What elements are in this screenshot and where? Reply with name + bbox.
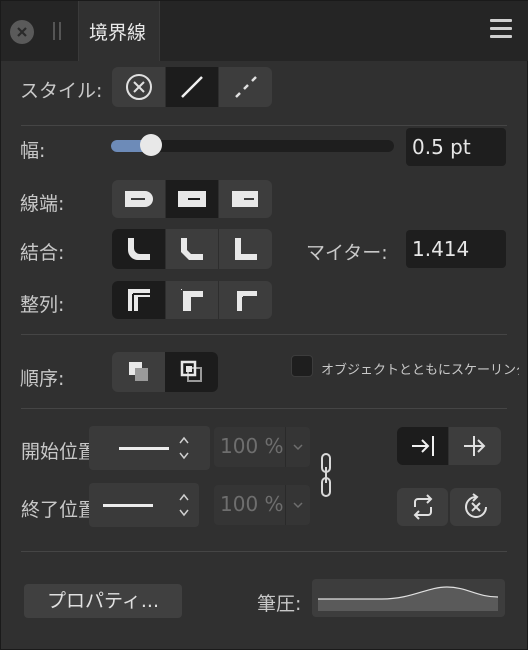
style-label: スタイル: — [20, 80, 103, 102]
reset-icon — [464, 493, 487, 518]
dashed-line-icon — [234, 76, 257, 98]
join-round-button[interactable] — [112, 229, 165, 269]
link-scales-icon[interactable] — [315, 451, 337, 499]
pressure-curve-preview[interactable] — [312, 579, 505, 617]
arrow-end-beyond-button[interactable] — [449, 427, 501, 465]
chevron-down-icon — [293, 502, 303, 509]
divider — [21, 334, 507, 335]
stroke-behind-icon — [128, 362, 148, 381]
drag-handle-icon[interactable] — [53, 22, 61, 40]
cap-butt-button[interactable] — [219, 180, 272, 218]
stepper-icon — [179, 436, 189, 460]
align-label: 整列: — [20, 294, 65, 316]
miter-join-icon — [234, 238, 257, 260]
cap-round-button[interactable] — [112, 180, 165, 218]
reset-arrows-button[interactable] — [450, 488, 501, 526]
align-segmented-control — [112, 281, 272, 319]
divider — [21, 125, 507, 126]
cap-square-button[interactable] — [165, 180, 219, 218]
divider — [21, 408, 507, 409]
align-inside-button[interactable] — [165, 281, 219, 319]
align-center-icon — [127, 289, 150, 311]
align-inside-icon — [181, 289, 203, 311]
width-field[interactable]: 0.5 pt — [406, 128, 506, 166]
join-miter-button[interactable] — [219, 229, 272, 269]
cap-segmented-control — [112, 180, 272, 218]
miter-label: マイター: — [306, 242, 388, 264]
end-scale-value: 100 % — [220, 492, 284, 516]
style-none-button[interactable] — [112, 67, 165, 107]
order-front-button[interactable] — [165, 352, 218, 392]
start-arrowhead-dropdown[interactable] — [89, 426, 210, 470]
panel-menu-icon[interactable] — [490, 19, 512, 39]
end-scale-dropdown[interactable] — [285, 485, 310, 525]
end-arrowhead-dropdown[interactable] — [89, 483, 199, 527]
arrow-end-at-tip-button[interactable] — [397, 427, 448, 465]
close-panel-button[interactable] — [10, 20, 34, 44]
butt-cap-icon — [231, 191, 258, 207]
arrow-beyond-end-icon — [464, 436, 486, 456]
stepper-icon — [179, 493, 189, 517]
pressure-label: 筆圧: — [257, 593, 302, 615]
start-scale-dropdown[interactable] — [285, 427, 310, 467]
start-scale-field[interactable]: 100 % — [214, 427, 310, 467]
miter-field[interactable]: 1.414 — [406, 230, 506, 268]
order-label: 順序: — [20, 368, 65, 390]
swap-arrows-button[interactable] — [397, 488, 448, 526]
scale-with-object-label: オブジェクトとともにスケーリング — [321, 363, 519, 378]
arrow-tip-end-icon — [411, 436, 434, 456]
style-solid-button[interactable] — [165, 67, 219, 107]
divider — [21, 551, 507, 552]
width-slider-knob[interactable] — [139, 134, 162, 156]
join-label: 結合: — [20, 242, 65, 264]
pressure-curve-graph — [318, 586, 499, 611]
order-behind-button[interactable] — [112, 352, 165, 392]
round-cap-icon — [124, 191, 153, 207]
square-cap-icon — [178, 191, 206, 207]
no-stroke-icon — [125, 74, 152, 100]
bevel-join-icon — [181, 238, 203, 260]
end-arrow-label: 終了位置 — [21, 499, 98, 521]
panel-header: 境界線 — [1, 1, 528, 61]
stroke-front-icon — [180, 360, 202, 382]
tab-stroke[interactable]: 境界線 — [78, 1, 160, 61]
order-segmented-control — [112, 352, 218, 392]
chevron-down-icon — [293, 444, 303, 451]
properties-button[interactable]: プロパティ... — [24, 584, 182, 618]
scale-with-object-checkbox[interactable] — [291, 355, 313, 377]
join-segmented-control — [112, 229, 272, 269]
width-label: 幅: — [20, 140, 46, 162]
round-join-icon — [127, 238, 150, 260]
join-bevel-button[interactable] — [165, 229, 219, 269]
tab-label: 境界線 — [89, 22, 147, 44]
style-segmented-control — [112, 67, 272, 107]
align-outside-icon — [236, 291, 257, 311]
swap-icon — [413, 494, 432, 520]
stroke-panel: 境界線 スタイル: 幅: 0.5 pt 線端: 結合: マイター: 1.414 … — [0, 0, 528, 650]
style-dashed-button[interactable] — [219, 67, 272, 107]
cap-label: 線端: — [20, 193, 65, 215]
align-outside-button[interactable] — [219, 281, 272, 319]
start-scale-value: 100 % — [220, 434, 284, 458]
align-center-button[interactable] — [112, 281, 165, 319]
close-icon — [17, 27, 27, 37]
end-scale-field[interactable]: 100 % — [214, 485, 310, 525]
solid-line-icon — [181, 76, 203, 98]
